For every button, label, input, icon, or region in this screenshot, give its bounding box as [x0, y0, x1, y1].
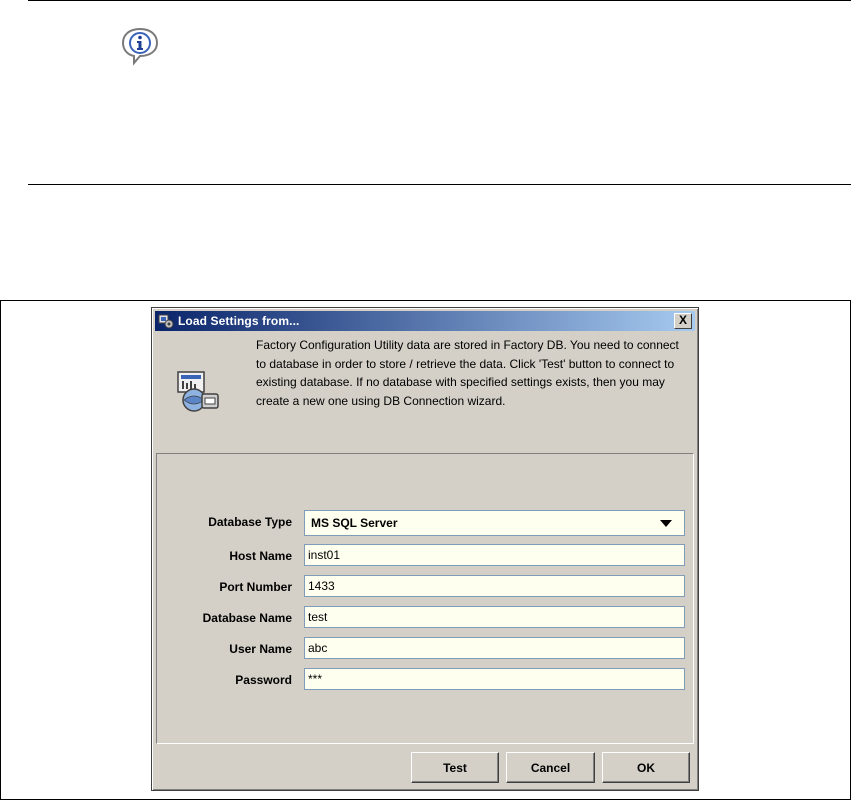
database-type-select[interactable]: MS SQL Server — [304, 510, 685, 536]
database-type-label: Database Type — [208, 515, 292, 529]
top-divider — [28, 0, 851, 1]
host-name-label: Host Name — [229, 549, 292, 563]
ok-button[interactable]: OK — [602, 752, 690, 783]
dialog-titlebar[interactable]: Load Settings from... X — [155, 311, 695, 331]
info-icon — [121, 27, 159, 66]
database-name-input[interactable] — [304, 606, 685, 628]
dialog-title: Load Settings from... — [178, 314, 300, 328]
dialog-description: Factory Configuration Utility data are s… — [256, 338, 679, 408]
database-type-value: MS SQL Server — [311, 516, 398, 530]
middle-divider — [28, 184, 851, 185]
close-button[interactable]: X — [674, 313, 692, 329]
database-name-label: Database Name — [202, 611, 292, 625]
database-settings-icon — [158, 314, 174, 329]
user-name-label: User Name — [229, 642, 292, 656]
password-label: Password — [235, 673, 292, 687]
user-name-input[interactable] — [304, 637, 685, 659]
connection-settings-panel: Database Type MS SQL Server Host Name Po… — [156, 453, 694, 744]
cancel-button[interactable]: Cancel — [506, 752, 595, 783]
load-settings-dialog: Load Settings from... X Factory Configur… — [151, 307, 699, 791]
database-connection-icon — [177, 371, 219, 412]
host-name-input[interactable] — [304, 544, 685, 566]
password-input[interactable] — [304, 668, 685, 690]
test-button[interactable]: Test — [411, 752, 499, 783]
chevron-down-icon[interactable] — [660, 519, 672, 527]
port-number-input[interactable] — [304, 575, 685, 597]
port-number-label: Port Number — [219, 580, 292, 594]
